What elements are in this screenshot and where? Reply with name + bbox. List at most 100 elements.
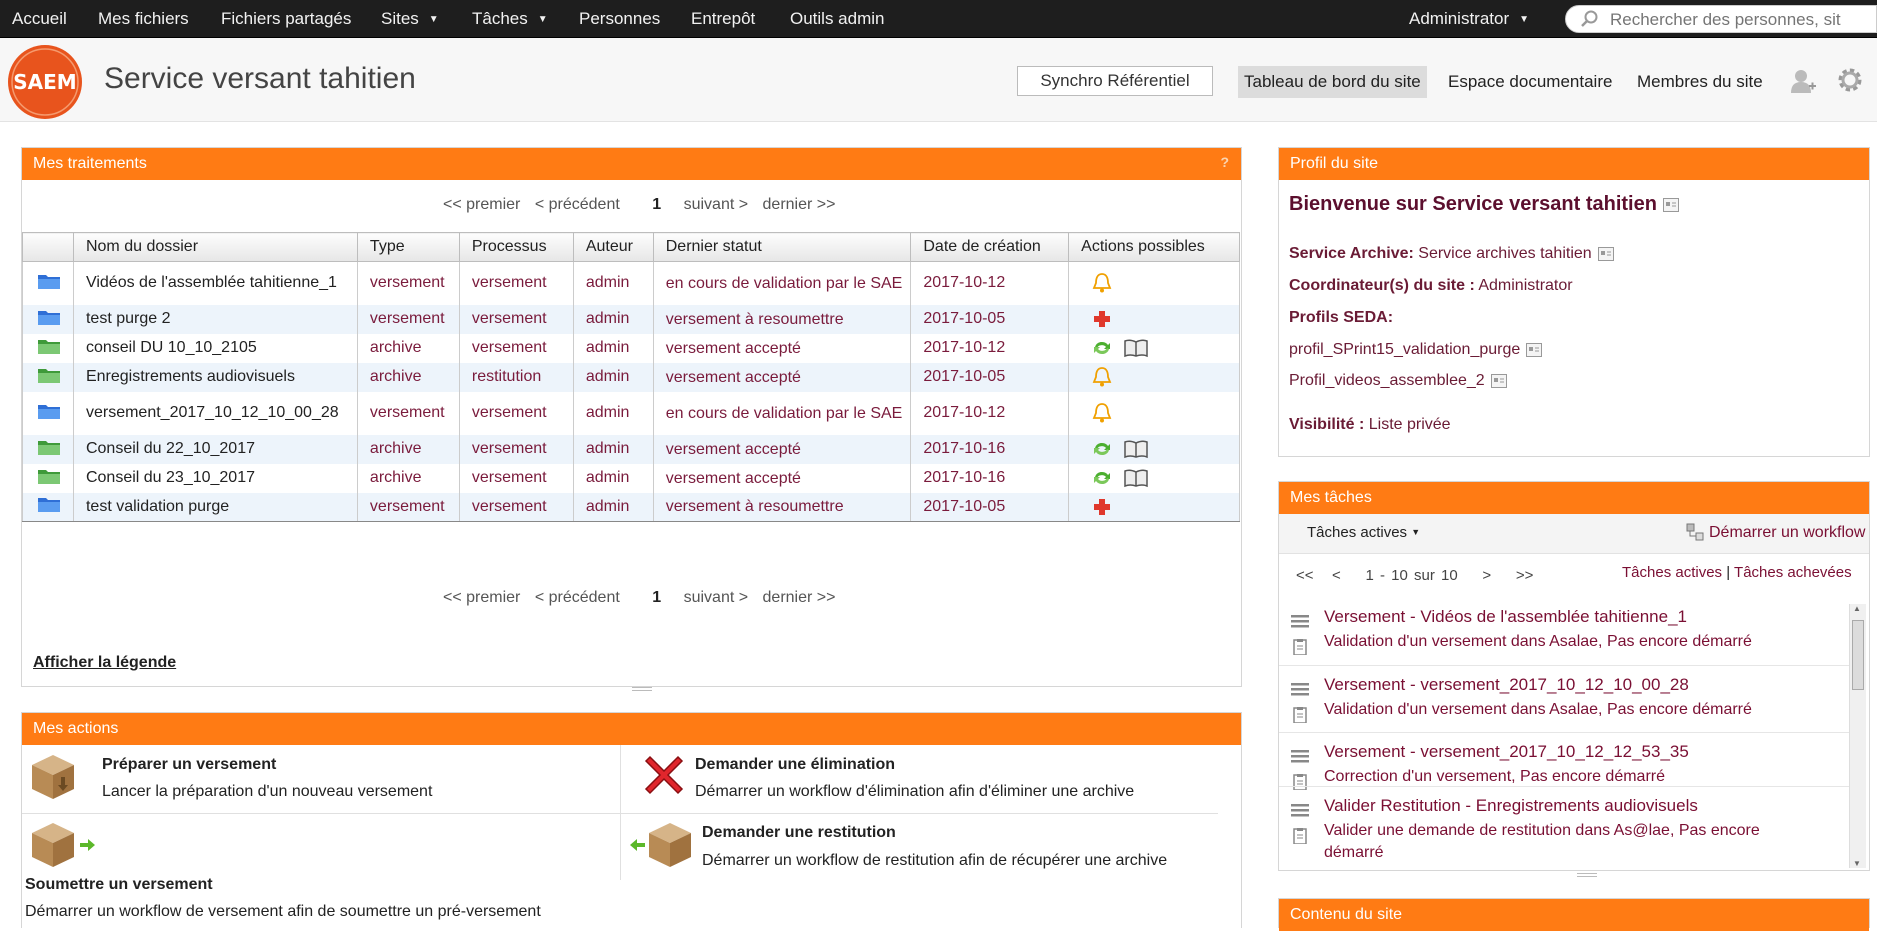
demander-elimination-title[interactable]: Demander une élimination xyxy=(695,756,895,774)
task-menu-icon[interactable] xyxy=(1291,613,1309,629)
task-title-link[interactable]: Versement - Vidéos de l'assemblée tahiti… xyxy=(1324,607,1687,627)
scrollbar-thumb[interactable] xyxy=(1852,620,1864,690)
cell-nom[interactable]: Conseil du 23_10_2017 xyxy=(72,463,358,493)
refresh-icon[interactable] xyxy=(1091,438,1113,460)
user-menu[interactable]: Administrator ▼ xyxy=(1409,0,1529,38)
pager-first[interactable]: << premier xyxy=(443,196,520,213)
link-tableau-de-bord[interactable]: Tableau de bord du site xyxy=(1238,66,1427,98)
nav-entrepot[interactable]: Entrepôt xyxy=(691,0,755,38)
col-nom[interactable]: Nom du dossier xyxy=(72,232,358,262)
soumettre-versement-title[interactable]: Soumettre un versement xyxy=(25,876,213,894)
pager-last[interactable]: dernier >> xyxy=(763,589,836,606)
table-row[interactable]: test validation purge versement versement a… xyxy=(22,492,1240,522)
pager-first[interactable]: << premier xyxy=(443,589,520,606)
cell-nom[interactable]: Enregistrements audiovisuels xyxy=(72,362,358,392)
seda-profile-link[interactable]: Profil_videos_assemblee_2 xyxy=(1289,372,1485,389)
workflow-icon[interactable] xyxy=(1686,523,1704,541)
info-card-icon[interactable] xyxy=(1662,197,1679,212)
cell-nom[interactable]: versement_2017_10_12_10_00_28 xyxy=(72,391,358,435)
nav-fichiers-partages[interactable]: Fichiers partagés xyxy=(221,0,351,38)
preparer-versement-title[interactable]: Préparer un versement xyxy=(102,756,276,774)
resize-handle[interactable] xyxy=(1577,873,1597,877)
service-archive-value[interactable]: Service archives tahitien xyxy=(1418,245,1591,262)
info-card-icon[interactable] xyxy=(1597,246,1614,261)
task-menu-icon[interactable] xyxy=(1291,802,1309,818)
cell-statut: versement accepté xyxy=(652,333,912,363)
resize-handle[interactable] xyxy=(632,687,652,691)
coordinateur-value[interactable]: Administrator xyxy=(1478,277,1572,294)
gear-icon[interactable] xyxy=(1836,66,1864,94)
add-user-icon[interactable] xyxy=(1790,68,1816,94)
table-row[interactable]: Vidéos de l'assemblée tahitienne_1 versem… xyxy=(22,261,1240,305)
restitution-box-icon[interactable] xyxy=(627,819,697,869)
nav-accueil[interactable]: Accueil xyxy=(12,0,67,38)
search-box[interactable] xyxy=(1565,5,1877,33)
book-icon[interactable] xyxy=(1123,337,1149,359)
refresh-icon[interactable] xyxy=(1091,337,1113,359)
cell-nom[interactable]: conseil DU 10_10_2105 xyxy=(72,333,358,363)
search-input[interactable] xyxy=(1610,9,1872,31)
refresh-icon[interactable] xyxy=(1091,467,1113,489)
show-legend-link[interactable]: Afficher la légende xyxy=(33,654,176,672)
bell-icon[interactable] xyxy=(1091,272,1113,294)
active-tasks-link[interactable]: Tâches actives xyxy=(1622,564,1722,581)
link-espace-documentaire[interactable]: Espace documentaire xyxy=(1442,66,1618,98)
cell-nom[interactable]: test validation purge xyxy=(72,492,358,522)
bell-icon[interactable] xyxy=(1091,402,1113,424)
synchro-referentiel-button[interactable]: Synchro Référentiel xyxy=(1017,66,1213,96)
info-card-icon[interactable] xyxy=(1526,342,1543,357)
col-date[interactable]: Date de création xyxy=(910,232,1070,262)
task-menu-icon[interactable] xyxy=(1291,748,1309,764)
help-icon[interactable]: ? xyxy=(1220,154,1229,170)
info-card-icon[interactable] xyxy=(1490,373,1507,388)
red-plus-icon[interactable] xyxy=(1091,308,1113,330)
tasks-pager-prev[interactable]: < xyxy=(1332,567,1341,584)
scroll-up-icon[interactable]: ▲ xyxy=(1853,604,1861,613)
link-membres-du-site[interactable]: Membres du site xyxy=(1631,66,1769,98)
nav-sites[interactable]: Sites ▼ xyxy=(381,0,439,38)
book-icon[interactable] xyxy=(1123,438,1149,460)
table-row[interactable]: Conseil du 22_10_2017 archive versement adm… xyxy=(22,434,1240,464)
cell-nom[interactable]: test purge 2 xyxy=(72,304,358,334)
task-title-link[interactable]: Versement - versement_2017_10_12_12_53_3… xyxy=(1324,742,1689,762)
book-icon[interactable] xyxy=(1123,467,1149,489)
task-title-link[interactable]: Versement - versement_2017_10_12_10_00_2… xyxy=(1324,675,1689,695)
nav-taches[interactable]: Tâches ▼ xyxy=(472,0,548,38)
table-row[interactable]: conseil DU 10_10_2105 archive versement adm… xyxy=(22,333,1240,363)
completed-tasks-link[interactable]: Tâches achevées xyxy=(1734,564,1852,581)
table-row[interactable]: versement_2017_10_12_10_00_28 versement ve… xyxy=(22,391,1240,435)
table-row[interactable]: Enregistrements audiovisuels archive resti… xyxy=(22,362,1240,392)
box-icon[interactable] xyxy=(28,751,78,801)
table-row[interactable]: Conseil du 23_10_2017 archive versement adm… xyxy=(22,463,1240,493)
col-processus[interactable]: Processus xyxy=(458,232,574,262)
tasks-pager-last[interactable]: >> xyxy=(1516,567,1534,584)
pager-prev[interactable]: < précédent xyxy=(535,196,620,213)
scroll-down-icon[interactable]: ▼ xyxy=(1853,859,1861,868)
cell-nom[interactable]: Vidéos de l'assemblée tahitienne_1 xyxy=(72,261,358,305)
table-row[interactable]: test purge 2 versement versement admin verse… xyxy=(22,304,1240,334)
pager-next[interactable]: suivant > xyxy=(684,589,748,606)
task-title-link[interactable]: Valider Restitution - Enregistrements au… xyxy=(1324,796,1698,816)
col-type[interactable]: Type xyxy=(356,232,460,262)
nav-mes-fichiers[interactable]: Mes fichiers xyxy=(98,0,189,38)
start-workflow-link[interactable]: Démarrer un workflow xyxy=(1709,524,1865,542)
tasks-pager-first[interactable]: << xyxy=(1296,567,1314,584)
demander-restitution-title[interactable]: Demander une restitution xyxy=(702,824,896,842)
tasks-scrollbar[interactable]: ▲ ▼ xyxy=(1849,604,1866,868)
cell-nom[interactable]: Conseil du 22_10_2017 xyxy=(72,434,358,464)
bell-icon[interactable] xyxy=(1091,366,1113,388)
nav-outils-admin[interactable]: Outils admin xyxy=(790,0,884,38)
red-plus-icon[interactable] xyxy=(1091,496,1113,518)
delete-x-icon[interactable] xyxy=(640,751,688,799)
seda-profile-link[interactable]: profil_SPrint15_validation_purge xyxy=(1289,341,1520,358)
col-auteur[interactable]: Auteur xyxy=(572,232,654,262)
submit-box-icon[interactable] xyxy=(28,819,98,869)
col-statut[interactable]: Dernier statut xyxy=(652,232,912,262)
pager-prev[interactable]: < précédent xyxy=(535,589,620,606)
pager-last[interactable]: dernier >> xyxy=(763,196,836,213)
pager-next[interactable]: suivant > xyxy=(684,196,748,213)
tasks-filter-dropdown[interactable]: Tâches actives ▼ xyxy=(1307,524,1420,541)
nav-personnes[interactable]: Personnes xyxy=(579,0,660,38)
task-menu-icon[interactable] xyxy=(1291,681,1309,697)
tasks-pager-next[interactable]: > xyxy=(1482,567,1491,584)
